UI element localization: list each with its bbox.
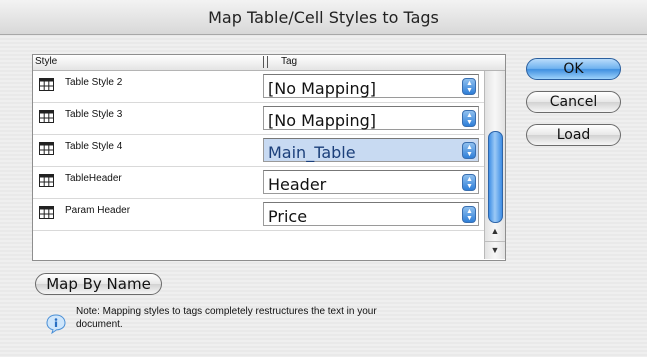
table-grid-icon bbox=[39, 142, 54, 155]
scroll-down-arrow-icon[interactable]: ▼ bbox=[485, 241, 505, 258]
table-row[interactable]: TableHeader Header ▲ ▼ bbox=[33, 167, 485, 199]
style-tag-table: Style Tag Table Style 2 [No Mapping] ▲▼ bbox=[32, 54, 506, 261]
mapping-note: Note: Mapping styles to tags completely … bbox=[76, 306, 377, 330]
cancel-button[interactable]: Cancel bbox=[526, 91, 621, 113]
vertical-scrollbar[interactable]: ▲ ▼ bbox=[484, 71, 505, 259]
table-grid-icon bbox=[39, 174, 54, 187]
style-name: Table Style 3 bbox=[65, 109, 123, 120]
style-name: Table Style 2 bbox=[65, 77, 123, 88]
up-down-arrows-icon[interactable]: ▲ ▼ bbox=[462, 142, 476, 159]
table-rows: Table Style 2 [No Mapping] ▲ ▼ Table Styl… bbox=[33, 71, 485, 231]
map-styles-dialog: Map Table/Cell Styles to Tags Style Tag … bbox=[0, 0, 647, 357]
dialog-title: Map Table/Cell Styles to Tags bbox=[208, 8, 439, 27]
up-down-arrows-icon[interactable]: ▲ ▼ bbox=[462, 174, 476, 191]
tag-select[interactable]: [No Mapping] ▲ ▼ bbox=[263, 74, 479, 98]
ok-button[interactable]: OK bbox=[526, 58, 621, 80]
table-row[interactable]: Table Style 4 Main_Table ▲ ▼ bbox=[33, 135, 485, 167]
table-grid-icon bbox=[39, 78, 54, 91]
load-button[interactable]: Load bbox=[526, 124, 621, 146]
tag-select[interactable]: [No Mapping] ▲ ▼ bbox=[263, 106, 479, 130]
table-grid-icon bbox=[39, 110, 54, 123]
column-header-tag[interactable]: Tag bbox=[281, 56, 297, 67]
tag-select-value: [No Mapping] bbox=[268, 111, 376, 130]
up-down-arrows-icon[interactable]: ▲ ▼ bbox=[462, 78, 476, 95]
table-row[interactable]: Table Style 3 [No Mapping] ▲ ▼ bbox=[33, 103, 485, 135]
style-name: TableHeader bbox=[65, 173, 122, 184]
tag-select-value: Header bbox=[268, 175, 327, 194]
title-bar: Map Table/Cell Styles to Tags bbox=[0, 0, 647, 35]
table-row[interactable]: Table Style 2 [No Mapping] ▲ ▼ bbox=[33, 71, 485, 103]
scrollbar-thumb[interactable] bbox=[488, 131, 503, 223]
tag-select-value: Main_Table bbox=[268, 143, 356, 162]
tag-select[interactable]: Header ▲ ▼ bbox=[263, 170, 479, 194]
up-down-arrows-icon[interactable]: ▲ ▼ bbox=[462, 110, 476, 127]
table-row[interactable]: Param Header Price ▲ ▼ bbox=[33, 199, 485, 231]
tag-select-value: [No Mapping] bbox=[268, 79, 376, 98]
up-down-arrows-icon[interactable]: ▲ ▼ bbox=[462, 206, 476, 223]
style-name: Table Style 4 bbox=[65, 141, 123, 152]
column-header-style[interactable]: Style bbox=[35, 56, 57, 67]
style-name: Param Header bbox=[65, 205, 131, 216]
tag-select-value: Price bbox=[268, 207, 308, 226]
tag-select[interactable]: Price ▲ ▼ bbox=[263, 202, 479, 226]
column-resize-handle[interactable] bbox=[263, 56, 268, 68]
table-header: Style Tag bbox=[33, 55, 505, 71]
tag-select[interactable]: Main_Table ▲ ▼ bbox=[263, 138, 479, 162]
map-by-name-button[interactable]: Map By Name bbox=[35, 273, 162, 295]
table-grid-icon bbox=[39, 206, 54, 219]
info-icon bbox=[46, 314, 66, 334]
scroll-up-arrow-icon[interactable]: ▲ bbox=[485, 223, 505, 239]
